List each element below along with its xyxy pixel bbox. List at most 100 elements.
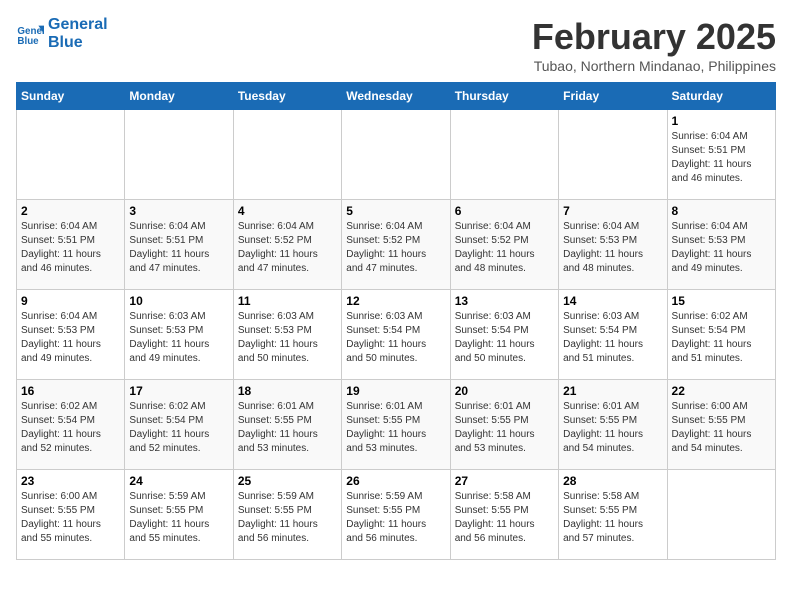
- calendar-cell: 19Sunrise: 6:01 AM Sunset: 5:55 PM Dayli…: [342, 380, 450, 470]
- day-info: Sunrise: 6:03 AM Sunset: 5:54 PM Dayligh…: [455, 310, 554, 366]
- day-info: Sunrise: 6:04 AM Sunset: 5:52 PM Dayligh…: [346, 220, 445, 276]
- day-number: 25: [238, 474, 337, 488]
- calendar-cell: [17, 110, 125, 200]
- day-number: 2: [21, 204, 120, 218]
- day-number: 5: [346, 204, 445, 218]
- calendar-cell: 3 Sunrise: 6:04 AM Sunset: 5:51 PM Daylig…: [125, 200, 233, 290]
- calendar-table: SundayMondayTuesdayWednesdayThursdayFrid…: [16, 82, 776, 560]
- calendar-cell: 11Sunrise: 6:03 AM Sunset: 5:53 PM Dayli…: [233, 290, 341, 380]
- weekday-monday: Monday: [125, 83, 233, 110]
- day-number: 6: [455, 204, 554, 218]
- day-number: 14: [563, 294, 662, 308]
- day-info: Sunrise: 6:01 AM Sunset: 5:55 PM Dayligh…: [346, 400, 445, 456]
- day-info: Sunrise: 6:00 AM Sunset: 5:55 PM Dayligh…: [21, 490, 120, 546]
- svg-text:Blue: Blue: [17, 35, 39, 46]
- calendar-cell: 7 Sunrise: 6:04 AM Sunset: 5:53 PM Daylig…: [559, 200, 667, 290]
- day-number: 4: [238, 204, 337, 218]
- day-number: 8: [672, 204, 771, 218]
- calendar-cell: 6 Sunrise: 6:04 AM Sunset: 5:52 PM Daylig…: [450, 200, 558, 290]
- day-number: 10: [129, 294, 228, 308]
- calendar-body: 1 Sunrise: 6:04 AM Sunset: 5:51 PM Daylig…: [17, 110, 776, 560]
- day-info: Sunrise: 6:04 AM Sunset: 5:51 PM Dayligh…: [129, 220, 228, 276]
- weekday-tuesday: Tuesday: [233, 83, 341, 110]
- day-info: Sunrise: 6:02 AM Sunset: 5:54 PM Dayligh…: [21, 400, 120, 456]
- day-number: 28: [563, 474, 662, 488]
- weekday-saturday: Saturday: [667, 83, 775, 110]
- day-number: 11: [238, 294, 337, 308]
- calendar-cell: 27 Sunrise: 5:58 AM Sunset: 5:55 PM Dayli…: [450, 470, 558, 560]
- calendar-cell: 2 Sunrise: 6:04 AM Sunset: 5:51 PM Daylig…: [17, 200, 125, 290]
- day-number: 23: [21, 474, 120, 488]
- day-number: 3: [129, 204, 228, 218]
- day-number: 16: [21, 384, 120, 398]
- day-info: Sunrise: 6:01 AM Sunset: 5:55 PM Dayligh…: [563, 400, 662, 456]
- day-number: 1: [672, 114, 771, 128]
- day-info: Sunrise: 6:00 AM Sunset: 5:55 PM Dayligh…: [672, 400, 771, 456]
- day-info: Sunrise: 6:03 AM Sunset: 5:54 PM Dayligh…: [346, 310, 445, 366]
- day-number: 27: [455, 474, 554, 488]
- day-info: Sunrise: 6:04 AM Sunset: 5:53 PM Dayligh…: [21, 310, 120, 366]
- day-info: Sunrise: 6:03 AM Sunset: 5:53 PM Dayligh…: [129, 310, 228, 366]
- day-info: Sunrise: 5:59 AM Sunset: 5:55 PM Dayligh…: [129, 490, 228, 546]
- calendar-week-5: 23 Sunrise: 6:00 AM Sunset: 5:55 PM Dayli…: [17, 470, 776, 560]
- calendar-cell: [559, 110, 667, 200]
- day-info: Sunrise: 6:04 AM Sunset: 5:53 PM Dayligh…: [563, 220, 662, 276]
- day-number: 7: [563, 204, 662, 218]
- day-info: Sunrise: 5:58 AM Sunset: 5:55 PM Dayligh…: [563, 490, 662, 546]
- day-info: Sunrise: 5:58 AM Sunset: 5:55 PM Dayligh…: [455, 490, 554, 546]
- calendar-cell: 17Sunrise: 6:02 AM Sunset: 5:54 PM Dayli…: [125, 380, 233, 470]
- logo-icon: General Blue: [16, 20, 44, 48]
- day-number: 9: [21, 294, 120, 308]
- calendar-title: February 2025: [532, 16, 776, 58]
- day-info: Sunrise: 6:03 AM Sunset: 5:54 PM Dayligh…: [563, 310, 662, 366]
- calendar-cell: 1 Sunrise: 6:04 AM Sunset: 5:51 PM Daylig…: [667, 110, 775, 200]
- calendar-cell: 26Sunrise: 5:59 AM Sunset: 5:55 PM Dayli…: [342, 470, 450, 560]
- day-info: Sunrise: 6:04 AM Sunset: 5:51 PM Dayligh…: [21, 220, 120, 276]
- day-info: Sunrise: 6:01 AM Sunset: 5:55 PM Dayligh…: [455, 400, 554, 456]
- day-number: 20: [455, 384, 554, 398]
- day-number: 15: [672, 294, 771, 308]
- day-info: Sunrise: 6:01 AM Sunset: 5:55 PM Dayligh…: [238, 400, 337, 456]
- day-info: Sunrise: 6:04 AM Sunset: 5:51 PM Dayligh…: [672, 130, 771, 186]
- day-number: 22: [672, 384, 771, 398]
- day-info: Sunrise: 6:04 AM Sunset: 5:53 PM Dayligh…: [672, 220, 771, 276]
- calendar-cell: 28 Sunrise: 5:58 AM Sunset: 5:55 PM Dayli…: [559, 470, 667, 560]
- calendar-week-4: 16 Sunrise: 6:02 AM Sunset: 5:54 PM Dayli…: [17, 380, 776, 470]
- calendar-cell: 18 Sunrise: 6:01 AM Sunset: 5:55 PM Dayli…: [233, 380, 341, 470]
- calendar-cell: 24 Sunrise: 5:59 AM Sunset: 5:55 PM Dayli…: [125, 470, 233, 560]
- logo-text-general: General: [48, 16, 108, 34]
- calendar-cell: 9 Sunrise: 6:04 AM Sunset: 5:53 PM Daylig…: [17, 290, 125, 380]
- day-number: 12: [346, 294, 445, 308]
- day-number: 24: [129, 474, 228, 488]
- calendar-cell: 5 Sunrise: 6:04 AM Sunset: 5:52 PM Daylig…: [342, 200, 450, 290]
- calendar-cell: 13 Sunrise: 6:03 AM Sunset: 5:54 PM Dayli…: [450, 290, 558, 380]
- calendar-header: SundayMondayTuesdayWednesdayThursdayFrid…: [17, 83, 776, 110]
- day-info: Sunrise: 6:02 AM Sunset: 5:54 PM Dayligh…: [129, 400, 228, 456]
- day-info: Sunrise: 5:59 AM Sunset: 5:55 PM Dayligh…: [346, 490, 445, 546]
- title-block: February 2025 Tubao, Northern Mindanao, …: [532, 16, 776, 74]
- calendar-cell: [450, 110, 558, 200]
- calendar-cell: [667, 470, 775, 560]
- day-number: 18: [238, 384, 337, 398]
- weekday-wednesday: Wednesday: [342, 83, 450, 110]
- calendar-week-2: 2 Sunrise: 6:04 AM Sunset: 5:51 PM Daylig…: [17, 200, 776, 290]
- day-info: Sunrise: 6:02 AM Sunset: 5:54 PM Dayligh…: [672, 310, 771, 366]
- calendar-cell: 12 Sunrise: 6:03 AM Sunset: 5:54 PM Dayli…: [342, 290, 450, 380]
- logo-text-blue: Blue: [48, 34, 108, 52]
- calendar-cell: 23 Sunrise: 6:00 AM Sunset: 5:55 PM Dayli…: [17, 470, 125, 560]
- day-info: Sunrise: 6:04 AM Sunset: 5:52 PM Dayligh…: [455, 220, 554, 276]
- calendar-week-1: 1 Sunrise: 6:04 AM Sunset: 5:51 PM Daylig…: [17, 110, 776, 200]
- calendar-cell: 16 Sunrise: 6:02 AM Sunset: 5:54 PM Dayli…: [17, 380, 125, 470]
- calendar-cell: 14 Sunrise: 6:03 AM Sunset: 5:54 PM Dayli…: [559, 290, 667, 380]
- calendar-cell: 10 Sunrise: 6:03 AM Sunset: 5:53 PM Dayli…: [125, 290, 233, 380]
- day-info: Sunrise: 5:59 AM Sunset: 5:55 PM Dayligh…: [238, 490, 337, 546]
- calendar-cell: 20 Sunrise: 6:01 AM Sunset: 5:55 PM Dayli…: [450, 380, 558, 470]
- calendar-cell: 25 Sunrise: 5:59 AM Sunset: 5:55 PM Dayli…: [233, 470, 341, 560]
- calendar-cell: [125, 110, 233, 200]
- calendar-cell: 4Sunrise: 6:04 AM Sunset: 5:52 PM Daylig…: [233, 200, 341, 290]
- calendar-cell: 8 Sunrise: 6:04 AM Sunset: 5:53 PM Daylig…: [667, 200, 775, 290]
- calendar-cell: 22 Sunrise: 6:00 AM Sunset: 5:55 PM Dayli…: [667, 380, 775, 470]
- day-number: 21: [563, 384, 662, 398]
- page-header: General Blue General Blue February 2025 …: [16, 16, 776, 74]
- day-number: 13: [455, 294, 554, 308]
